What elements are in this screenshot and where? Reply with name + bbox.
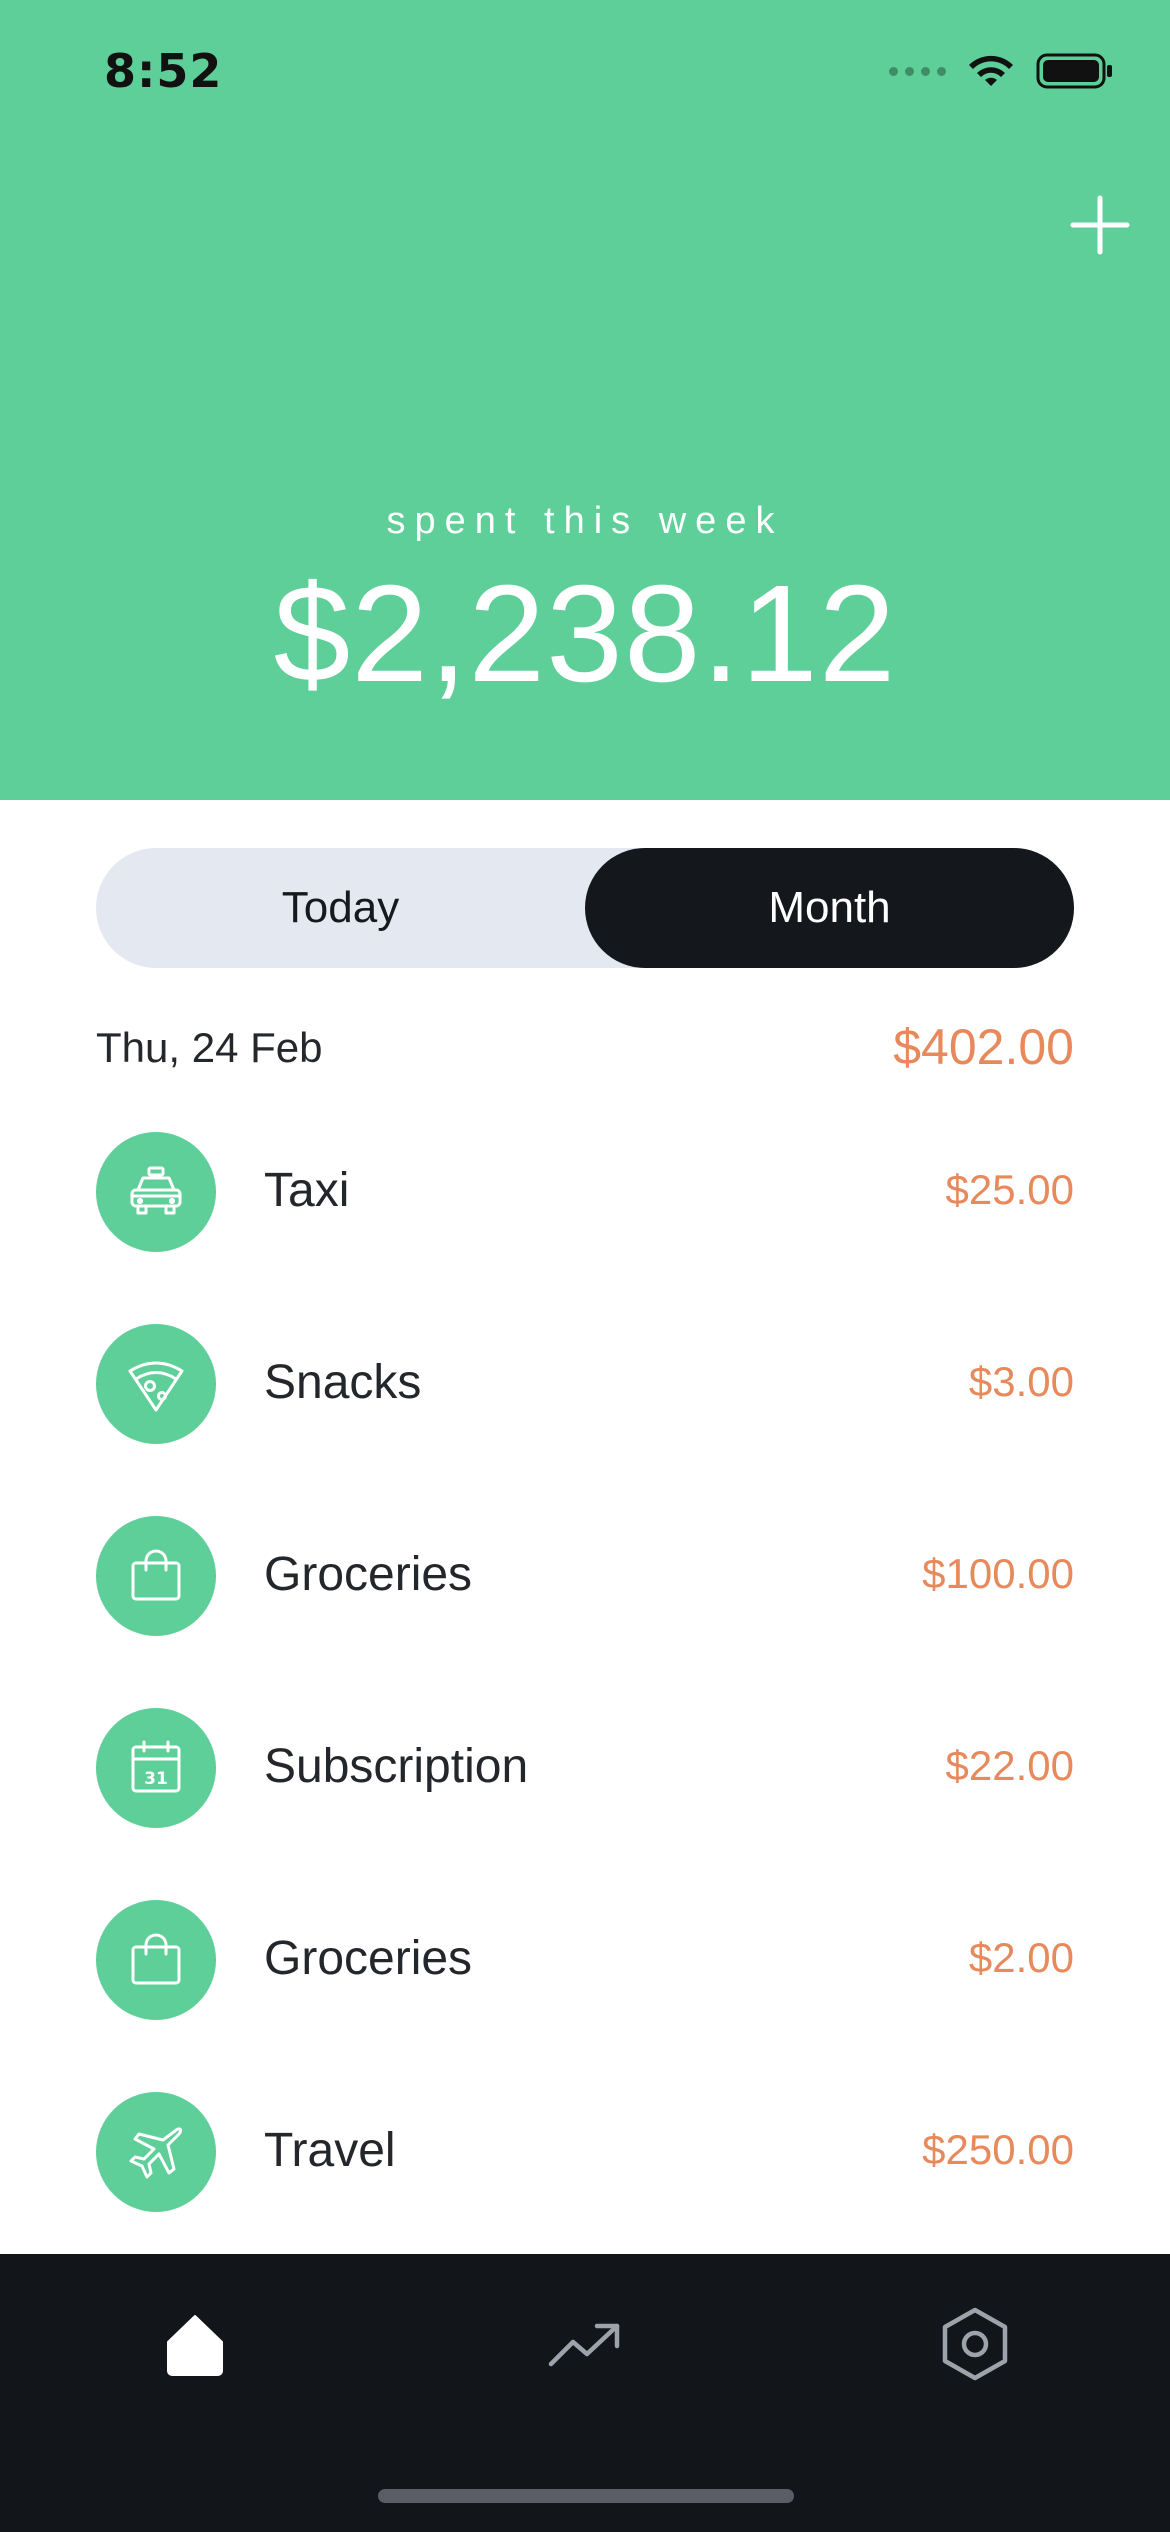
home-indicator	[378, 2489, 794, 2503]
transaction-label: Groceries	[264, 1932, 473, 1985]
transaction-amount: $3.00	[968, 1358, 1074, 1405]
segment-today[interactable]: Today	[96, 848, 585, 968]
shopping-bag-icon	[96, 1516, 216, 1636]
transaction-amount: $2.00	[968, 1934, 1074, 1981]
day-total: $402.00	[893, 1019, 1074, 1075]
status-icons	[889, 52, 1114, 90]
transaction-amount: $100.00	[922, 1550, 1074, 1597]
settings-hexagon-icon	[942, 2307, 1008, 2381]
calendar-icon: 31	[96, 1708, 216, 1828]
tab-settings[interactable]	[930, 2299, 1020, 2389]
transaction-amount: $25.00	[945, 1166, 1074, 1213]
header: 8:52 spent this week $2,238.12	[0, 0, 1170, 800]
spent-label: spent this week	[386, 500, 784, 542]
trending-up-icon	[548, 2323, 620, 2367]
tab-trends[interactable]	[540, 2299, 630, 2389]
airplane-icon	[96, 2092, 216, 2212]
transaction-item[interactable]: 31 Subscription $22.00	[96, 1708, 1074, 1900]
spent-amount: $2,238.12	[273, 557, 897, 711]
add-expense-button[interactable]	[1065, 190, 1135, 260]
transaction-label: Groceries	[264, 1548, 473, 1601]
transaction-amount: $250.00	[922, 2126, 1074, 2173]
cellular-signal-icon	[889, 66, 946, 76]
taxi-icon	[96, 1132, 216, 1252]
day-date: Thu, 24 Feb	[96, 1024, 323, 1071]
period-segmented-control: Today Month	[96, 848, 1074, 968]
shopping-bag-icon	[96, 1900, 216, 2020]
plus-icon	[1070, 195, 1130, 255]
transaction-label: Taxi	[264, 1164, 350, 1217]
transaction-item[interactable]: Groceries $100.00	[96, 1516, 1074, 1708]
transaction-label: Travel	[264, 2124, 396, 2177]
calendar-day-text: 31	[144, 1769, 168, 1789]
segment-month[interactable]: Month	[585, 848, 1074, 968]
pizza-icon	[96, 1324, 216, 1444]
transaction-amount: $22.00	[945, 1742, 1074, 1789]
status-time: 8:52	[104, 44, 223, 98]
transaction-item[interactable]: Taxi $25.00	[96, 1132, 1074, 1324]
home-icon	[167, 2315, 223, 2376]
battery-icon	[1036, 53, 1112, 89]
transaction-item[interactable]: Groceries $2.00	[96, 1900, 1074, 2092]
day-summary: Thu, 24 Feb $402.00	[96, 1010, 1074, 1086]
tab-home[interactable]	[150, 2299, 240, 2389]
transaction-list: Taxi $25.00 Snacks $3.00 Groceries $100.…	[96, 1132, 1074, 2284]
tab-bar	[0, 2254, 1170, 2532]
wifi-icon	[969, 55, 1013, 86]
transaction-label: Subscription	[264, 1740, 529, 1793]
transaction-item[interactable]: Snacks $3.00	[96, 1324, 1074, 1516]
transaction-label: Snacks	[264, 1356, 422, 1409]
